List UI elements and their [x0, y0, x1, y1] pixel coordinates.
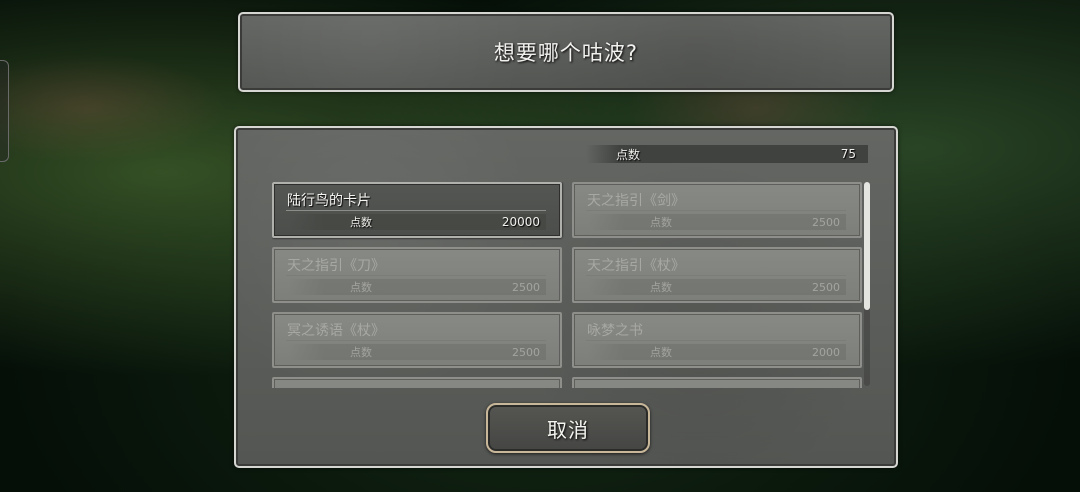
list-item[interactable]: 天之指引《刀》 点数 2500: [272, 247, 562, 303]
cost-label: 点数: [350, 281, 372, 294]
item-divider: [586, 340, 846, 341]
cost-label: 点数: [650, 281, 672, 294]
list-scrollbar[interactable]: [864, 182, 870, 386]
prompt-dialog: 想要哪个咕波?: [238, 12, 894, 92]
item-name: 天之指引《剑》: [587, 193, 685, 209]
item-cost-row: 点数 2500: [588, 214, 846, 230]
list-item[interactable]: 陆行鸟的卡片 点数 20000: [272, 182, 562, 238]
list-item[interactable]: [572, 377, 862, 388]
list-item[interactable]: 冥之诱语《杖》 点数 2500: [272, 312, 562, 368]
list-item[interactable]: [272, 377, 562, 388]
shop-panel: 点数 75 陆行鸟的卡片 点数 20000 天之指引《剑》 点数 2500 天之…: [234, 126, 898, 468]
item-divider: [586, 210, 846, 211]
side-drawer-handle[interactable]: [0, 60, 9, 162]
item-cost-row: 点数 2500: [588, 279, 846, 295]
points-value: 75: [840, 147, 856, 161]
item-divider: [286, 275, 546, 276]
cost-label: 点数: [350, 346, 372, 359]
item-name: 陆行鸟的卡片: [287, 193, 371, 209]
cost-value: 2500: [812, 215, 840, 229]
cost-value: 2500: [512, 280, 540, 294]
item-divider: [586, 275, 846, 276]
item-name: 天之指引《刀》: [287, 258, 385, 274]
cancel-button[interactable]: 取消: [486, 403, 650, 453]
cost-value: 2500: [812, 280, 840, 294]
item-cost-row: 点数 2500: [288, 279, 546, 295]
list-item[interactable]: 咏梦之书 点数 2000: [572, 312, 862, 368]
scrollbar-thumb[interactable]: [864, 182, 870, 310]
item-divider: [286, 210, 546, 211]
cost-value: 20000: [501, 215, 540, 229]
item-divider: [286, 340, 546, 341]
points-display: 点数 75: [586, 145, 868, 163]
list-item[interactable]: 天之指引《杖》 点数 2500: [572, 247, 862, 303]
cost-label: 点数: [650, 216, 672, 229]
points-label: 点数: [616, 147, 641, 162]
item-name: 咏梦之书: [587, 323, 643, 339]
item-name: 冥之诱语《杖》: [287, 323, 385, 339]
item-list[interactable]: 陆行鸟的卡片 点数 20000 天之指引《剑》 点数 2500 天之指引《刀》: [272, 182, 864, 388]
cost-value: 2500: [512, 345, 540, 359]
prompt-title: 想要哪个咕波?: [493, 41, 639, 65]
list-item[interactable]: 天之指引《剑》 点数 2500: [572, 182, 862, 238]
item-cost-row: 点数 20000: [288, 214, 546, 230]
cost-value: 2000: [812, 345, 840, 359]
cancel-button-label: 取消: [547, 417, 589, 442]
item-name: 天之指引《杖》: [587, 258, 685, 274]
item-cost-row: 点数 2500: [288, 344, 546, 360]
cost-label: 点数: [350, 216, 372, 229]
cost-label: 点数: [650, 346, 672, 359]
item-cost-row: 点数 2000: [588, 344, 846, 360]
